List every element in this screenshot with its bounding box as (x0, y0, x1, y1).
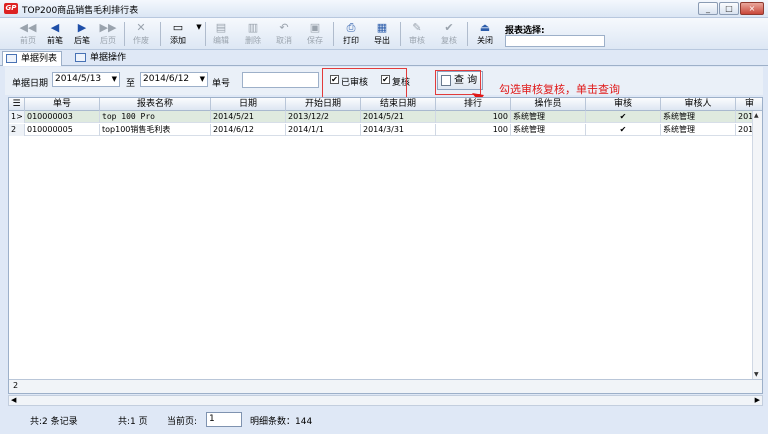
date-to-picker[interactable]: 2014/6/12 ▼ (140, 72, 208, 87)
toolbar-divider (205, 22, 206, 46)
form-icon (75, 53, 86, 62)
add-button[interactable]: ▭ 添加 (164, 20, 192, 48)
toolbar-divider (467, 22, 468, 46)
column-header[interactable]: 审 (736, 98, 762, 111)
scroll-left-icon[interactable]: ◀ (11, 396, 16, 404)
audit-button[interactable]: ✎ 审核 (404, 20, 430, 48)
toolbar-divider (333, 22, 334, 46)
scroll-up-icon[interactable]: ▲ (754, 112, 759, 119)
export-button[interactable]: ▦ 导出 (369, 20, 395, 48)
undo-icon: ↶ (279, 21, 289, 34)
cancel-button[interactable]: ↶ 取消 (271, 20, 297, 48)
title-bar: GP TOP200商品销售毛利排行表 _ □ × (0, 0, 768, 18)
audit-icon: ✎ (412, 21, 422, 34)
audit-check-icon: ✔ (586, 124, 661, 136)
status-bar: 共:2 条记录 共:1 页 当前页: 1 明细条数：144 (0, 408, 768, 434)
save-icon: ▣ (309, 21, 321, 34)
column-header[interactable]: 日期 (211, 98, 286, 111)
next-record-button[interactable]: ▶ 后笔 (70, 20, 94, 48)
grid-menu-icon[interactable]: ☰ (9, 98, 25, 111)
toolbar-divider (400, 22, 401, 46)
exit-icon: ⏏ (479, 21, 491, 34)
toolbar-divider (160, 22, 161, 46)
tab-strip: 单据列表 单据操作 (0, 50, 768, 66)
scroll-right-icon[interactable]: ▶ (755, 396, 760, 404)
add-dropdown-button[interactable]: ▼ (194, 20, 204, 48)
x-icon: ✕ (136, 21, 146, 34)
footer-count: 2 (13, 381, 19, 390)
rewind-icon: ◀◀ (19, 21, 37, 34)
table-row[interactable]: 1> 010000003 top 100 Pro 2014/5/21 2013/… (9, 111, 762, 123)
column-header[interactable]: 审核人 (661, 98, 736, 111)
first-page-button[interactable]: ◀◀ 前页 (16, 20, 40, 48)
column-header[interactable]: 审核 (586, 98, 661, 111)
app-logo-icon: GP (4, 3, 18, 14)
export-icon: ▦ (376, 21, 388, 34)
close-button[interactable]: ⏏ 关闭 (472, 20, 498, 48)
printer-icon: ⎙ (346, 21, 356, 34)
data-grid: ☰ 单号 报表名称 日期 开始日期 结束日期 排行 操作员 审核 审核人 审 1… (8, 97, 763, 394)
recheck-button[interactable]: ✔ 复核 (436, 20, 462, 48)
toolbar-divider (124, 22, 125, 46)
grid-header: ☰ 单号 报表名称 日期 开始日期 结束日期 排行 操作员 审核 审核人 审 (9, 98, 762, 111)
total-records: 共:2 条记录 (30, 417, 78, 427)
last-page-button[interactable]: ▶▶ 后页 (96, 20, 120, 48)
horizontal-scrollbar[interactable]: ◀ ▶ (8, 395, 763, 406)
doc-no-label: 单号 (212, 79, 231, 89)
list-icon (6, 54, 17, 63)
column-header[interactable]: 排行 (436, 98, 511, 111)
column-header[interactable]: 开始日期 (286, 98, 361, 111)
scroll-down-icon[interactable]: ▼ (754, 371, 759, 378)
current-page-label: 当前页: (167, 417, 198, 427)
column-header[interactable]: 操作员 (511, 98, 586, 111)
table-row[interactable]: 2 010000005 top100销售毛利表 2014/6/12 2014/1… (9, 124, 762, 136)
next-arrow-icon: ▶ (77, 21, 87, 34)
fast-forward-icon: ▶▶ (99, 21, 117, 34)
maximize-button[interactable]: □ (719, 2, 739, 15)
checkmark-icon: ✔ (444, 21, 454, 34)
vertical-scrollbar[interactable]: ▲ ▼ (752, 111, 762, 379)
dropdown-arrow-icon: ▼ (111, 75, 117, 83)
current-page-input[interactable]: 1 (206, 412, 242, 427)
close-window-button[interactable]: × (740, 2, 764, 15)
tab-document-operation[interactable]: 单据操作 (72, 51, 130, 66)
tab-document-list[interactable]: 单据列表 (2, 51, 63, 66)
date-from-picker[interactable]: 2014/5/13 ▼ (52, 72, 120, 87)
previous-record-button[interactable]: ◀ 前笔 (43, 20, 67, 48)
previous-arrow-icon: ◀ (50, 21, 60, 34)
delete-icon: ▥ (247, 21, 259, 34)
new-document-icon: ▭ (172, 21, 184, 34)
report-select-input[interactable] (505, 35, 605, 47)
total-pages: 共:1 页 (118, 417, 148, 427)
dropdown-arrow-icon: ▼ (196, 23, 202, 31)
save-button[interactable]: ▣ 保存 (302, 20, 328, 48)
audit-check-icon: ✔ (586, 111, 661, 123)
edit-button[interactable]: ▤ 编辑 (208, 20, 234, 48)
date-label: 单据日期 (12, 79, 49, 89)
print-button[interactable]: ⎙ 打印 (338, 20, 364, 48)
window-title: TOP200商品销售毛利排行表 (22, 6, 139, 16)
to-label: 至 (126, 79, 136, 89)
column-header[interactable]: 结束日期 (361, 98, 436, 111)
doc-no-input[interactable] (242, 72, 319, 88)
delete-button[interactable]: ▥ 删除 (240, 20, 266, 48)
detail-count: 明细条数：144 (250, 417, 313, 427)
main-toolbar: ◀◀ 前页 ◀ 前笔 ▶ 后笔 ▶▶ 后页 ✕ 作废 ▭ 添加 ▼ ▤ 编辑 ▥… (0, 18, 768, 50)
minimize-button[interactable]: _ (698, 2, 718, 15)
void-button[interactable]: ✕ 作废 (127, 20, 155, 48)
column-header[interactable]: 单号 (25, 98, 100, 111)
column-header[interactable]: 报表名称 (100, 98, 211, 111)
dropdown-arrow-icon: ▼ (199, 75, 205, 83)
grid-footer: 2 (9, 379, 762, 393)
edit-icon: ▤ (215, 21, 227, 34)
